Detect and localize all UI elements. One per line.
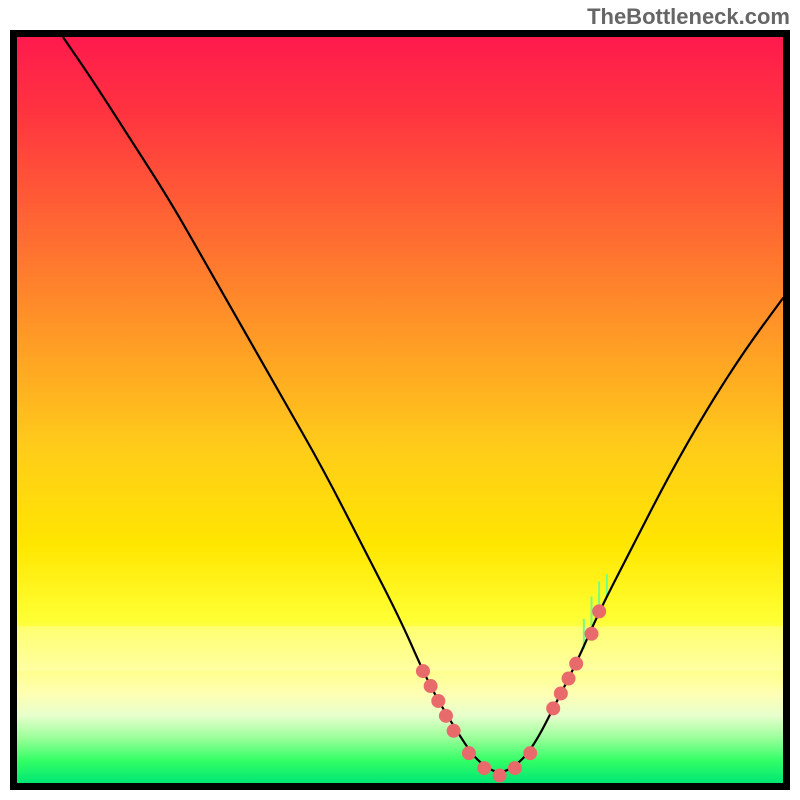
watermark-text: TheBottleneck.com: [587, 4, 790, 30]
curve-marker: [592, 604, 606, 618]
curve-marker: [562, 672, 576, 686]
curve-marker: [493, 769, 507, 783]
curve-marker: [477, 761, 491, 775]
curve-marker: [569, 657, 583, 671]
curve-marker: [431, 694, 445, 708]
curve-marker: [523, 746, 537, 760]
chart-frame: [10, 30, 790, 790]
curve-marker: [554, 686, 568, 700]
plot-area: [17, 37, 783, 783]
curve-marker: [447, 724, 461, 738]
chart-svg: [17, 37, 783, 783]
curve-marker: [416, 664, 430, 678]
highlight-band: [17, 626, 783, 671]
curve-marker: [508, 761, 522, 775]
curve-marker: [439, 709, 453, 723]
curve-marker: [546, 701, 560, 715]
curve-marker: [462, 746, 476, 760]
curve-marker: [585, 627, 599, 641]
curve-marker: [424, 679, 438, 693]
